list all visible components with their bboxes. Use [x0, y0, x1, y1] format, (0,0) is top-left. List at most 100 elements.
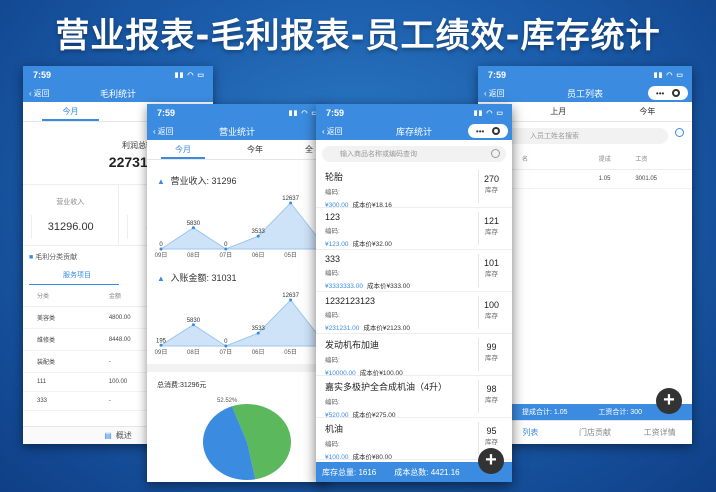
item-cost-prefix: 成本价 [352, 454, 373, 461]
list-item[interactable]: 333 编码: ¥3333333.00 成本价¥333.00 101 库存 [316, 250, 512, 292]
deposit-chart-label: 入账金额: 31031 [170, 273, 237, 283]
close-icon [672, 89, 681, 97]
item-stock-unit: 库存 [485, 439, 498, 446]
item-info: 嘉实多极护全合成机油（4升） 编码: ¥520.00 成本价¥275.00 [325, 380, 478, 419]
miniapp-capsule[interactable]: ••• [468, 124, 508, 138]
item-code-label: 编码: [325, 357, 340, 364]
item-cost: ¥275.00 [372, 412, 396, 419]
tab-last-month[interactable]: 上月 [514, 102, 603, 121]
item-prices: ¥123.00 成本价¥32.00 [325, 238, 478, 248]
search-icon[interactable] [491, 149, 500, 158]
back-button[interactable]: ‹ 返回 [484, 88, 505, 99]
product-search-input[interactable]: 输入商品名称或编码查询 [322, 146, 506, 162]
section-divider [147, 364, 327, 372]
status-bar: 7:59 ▮▮ ◠ ▭ [23, 66, 213, 84]
tab-this-year[interactable]: 今年 [603, 102, 692, 121]
item-code-label: 编码: [325, 189, 340, 196]
list-icon: ▤ [104, 431, 112, 440]
area-fill [160, 299, 324, 347]
data-label: 0 [159, 242, 163, 248]
tick-label: 09日 [155, 252, 168, 259]
status-time: 7:59 [157, 108, 176, 118]
revenue-label: 营业收入 [56, 199, 85, 206]
tab-service-items[interactable]: 服务项目 [29, 268, 119, 285]
data-label: 195 [156, 338, 167, 344]
item-prices: ¥3333333.00 成本价¥333.00 [325, 280, 478, 290]
data-label: 3533 [252, 326, 266, 332]
more-icon: ••• [475, 126, 485, 136]
tab-this-year[interactable]: 今年 [219, 140, 291, 159]
item-stock-unit: 库存 [485, 397, 498, 404]
area-fill [159, 202, 324, 250]
item-cost: ¥100.00 [379, 370, 403, 377]
tick-label: 07日 [219, 349, 232, 356]
item-code-label: 编码: [325, 228, 340, 235]
column-header: 分类 [23, 285, 107, 307]
back-button[interactable]: ‹ 返回 [322, 126, 343, 137]
miniapp-capsule[interactable]: ••• [648, 86, 688, 100]
tick-label: 08日 [187, 252, 200, 259]
item-info: 发动机布加迪 编码: ¥10000.00 成本价¥100.00 [325, 338, 478, 377]
item-price: ¥231231.00 [325, 325, 360, 332]
expense-title: 总消费:31296元 [157, 382, 207, 389]
back-button[interactable]: ‹ 返回 [153, 126, 174, 137]
item-name: 1232123123 [325, 296, 376, 306]
item-prices: ¥10000.00 成本价¥100.00 [325, 367, 478, 377]
status-bar: 7:59 ▮▮ ◠ ▭ [147, 104, 327, 122]
item-code-label: 编码: [325, 270, 340, 277]
tick-label: 06日 [252, 252, 265, 259]
data-label: 12637 [282, 196, 299, 202]
back-button[interactable]: ‹ 返回 [29, 88, 50, 99]
triangle-icon: ▲ [157, 177, 165, 186]
list-item[interactable]: 123 编码: ¥123.00 成本价¥32.00 121 库存 [316, 208, 512, 250]
triangle-icon: ▲ [157, 274, 165, 283]
item-stock-unit: 库存 [485, 355, 498, 362]
search-icon[interactable] [675, 128, 684, 137]
list-item[interactable]: 发动机布加迪 编码: ¥10000.00 成本价¥100.00 99 库存 [316, 334, 512, 377]
item-name: 机油 [325, 424, 344, 434]
tick-label: 08日 [187, 349, 200, 356]
item-cost-prefix: 成本价 [352, 412, 373, 419]
list-item[interactable]: 1232123123 编码: ¥231231.00 成本价¥2123.00 100 库存 [316, 292, 512, 334]
expense-pie-chart: 52.52%47.48% [202, 398, 291, 480]
table-cell: 3001.05 [633, 169, 692, 189]
item-cost: ¥2123.00 [382, 325, 410, 332]
tab-store-contribution[interactable]: 门店贡献 [563, 427, 628, 438]
item-info: 333 编码: ¥3333333.00 成本价¥333.00 [325, 254, 478, 290]
bullet-icon: ■ [29, 254, 34, 261]
page-title: 毛利统计 [99, 88, 136, 99]
item-name: 轮胎 [325, 172, 344, 182]
item-cost-prefix: 成本价 [352, 241, 373, 248]
add-button[interactable]: + [656, 388, 682, 414]
item-name: 333 [325, 254, 341, 264]
back-label: 返回 [488, 88, 505, 98]
list-item[interactable]: 嘉实多极护全合成机油（4升） 编码: ¥520.00 成本价¥275.00 98 库存 [316, 376, 512, 419]
data-label: 52.52% [217, 398, 238, 404]
status-time: 7:59 [33, 70, 52, 80]
tab-this-month[interactable]: 今月 [147, 140, 219, 159]
back-label: 返回 [326, 126, 343, 136]
tab-salary-detail[interactable]: 工资详情 [627, 427, 692, 438]
item-cost: ¥18.16 [372, 202, 392, 209]
item-stock-value: 95 [486, 426, 497, 436]
add-button[interactable]: + [478, 448, 504, 474]
table-cell: 美容类 [23, 306, 107, 329]
item-cost-prefix: 成本价 [363, 325, 383, 332]
item-prices: ¥520.00 成本价¥275.00 [325, 409, 478, 419]
data-label: 12637 [282, 293, 299, 299]
item-code-label: 编码: [325, 399, 340, 406]
salary-total: 工资合计: 300 [598, 409, 642, 416]
item-price: ¥100.00 [325, 454, 349, 461]
tick-label: 05日 [284, 252, 297, 259]
deposit-chart-title: ▲ 入账金额: 31031 [147, 263, 327, 284]
item-stock-unit: 库存 [485, 229, 498, 236]
item-stock: 98 库存 [478, 380, 504, 413]
data-label: 0 [224, 339, 228, 345]
period-tabs: 今月 今年 全 [147, 140, 327, 160]
item-stock: 100 库存 [478, 296, 504, 329]
list-item[interactable]: 轮胎 编码: ¥300.00 成本价¥18.16 270 库存 [316, 166, 512, 209]
item-info: 123 编码: ¥123.00 成本价¥32.00 [325, 212, 478, 248]
item-stock-unit: 库存 [485, 187, 498, 194]
item-stock-unit: 库存 [485, 271, 498, 278]
tab-this-month[interactable]: 今月 [23, 102, 118, 121]
